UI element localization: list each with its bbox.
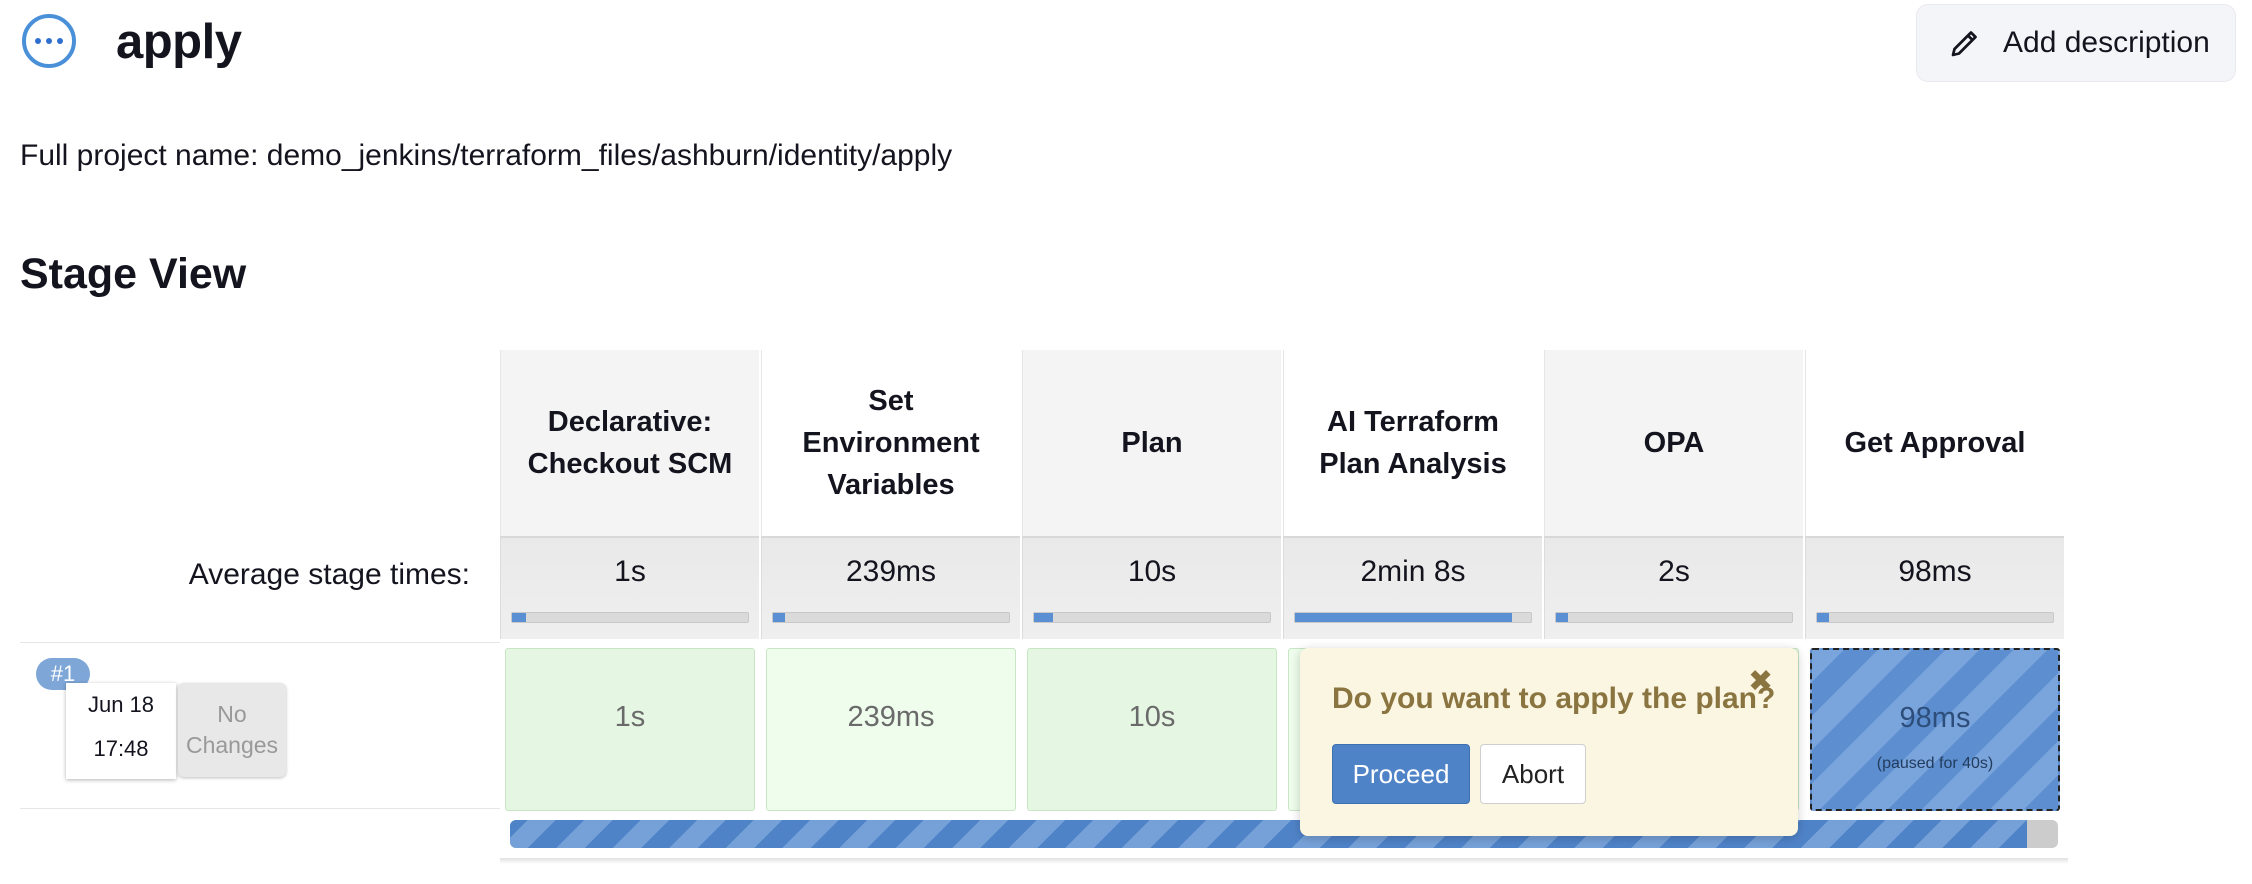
add-description-button[interactable]: Add description (1916, 4, 2236, 82)
build-in-progress-icon (22, 14, 76, 68)
build-time: 17:48 (93, 736, 149, 761)
build-progress-bar (510, 820, 2058, 848)
row-divider (20, 808, 500, 809)
row-divider (20, 642, 500, 643)
average-stage-times-label: Average stage times: (188, 558, 470, 591)
stage-header-set-env: Set Environment Variables (761, 350, 1020, 536)
avg-time-bar (1555, 612, 1793, 623)
close-icon[interactable]: ✖ (1748, 664, 1773, 699)
stage-header-plan: Plan (1022, 350, 1281, 536)
avg-time-value: 2s (1658, 555, 1690, 588)
full-project-name: Full project name: demo_jenkins/terrafor… (20, 136, 952, 176)
full-project-name-value: demo_jenkins/terraform_files/ashburn/ide… (266, 139, 953, 172)
avg-time-value: 1s (614, 555, 646, 588)
avg-time-value: 10s (1127, 555, 1177, 588)
page-title: apply (116, 15, 242, 69)
proceed-button[interactable]: Proceed (1332, 744, 1470, 804)
changes-badge[interactable]: No Changes (178, 683, 286, 777)
avg-time-ai-analysis: 2min 8s (1283, 536, 1542, 639)
stage-result-set-env[interactable]: 239ms (766, 648, 1016, 811)
avg-time-bar (1033, 612, 1271, 623)
stage-header-ai-analysis: AI Terraform Plan Analysis (1283, 350, 1542, 536)
stage-result-get-approval[interactable]: 98ms (paused for 40s) (1810, 648, 2060, 811)
avg-time-bar (1294, 612, 1532, 623)
stage-time: 98ms (1899, 702, 1971, 734)
avg-time-checkout: 1s (500, 536, 759, 639)
stage-result-checkout[interactable]: 1s (505, 648, 755, 811)
avg-time-bar (511, 612, 749, 623)
avg-time-plan: 10s (1022, 536, 1281, 639)
avg-time-value: 2min 8s (1360, 555, 1466, 588)
paused-duration: (paused for 40s) (1876, 755, 1994, 772)
build-progress-fill (510, 820, 2028, 848)
approval-question: Do you want to apply the plan? (1332, 682, 1776, 715)
stage-header-opa: OPA (1544, 350, 1803, 536)
stage-result-plan[interactable]: 10s (1027, 648, 1277, 811)
avg-time-bar (1816, 612, 2054, 623)
stage-header-get-approval: Get Approval (1805, 350, 2064, 536)
build-timestamp[interactable]: Jun 18 17:48 (66, 683, 176, 779)
pencil-icon (1951, 31, 1977, 57)
avg-time-value: 98ms (1898, 555, 1972, 588)
full-project-name-label: Full project name: (20, 139, 259, 172)
avg-time-opa: 2s (1544, 536, 1803, 639)
avg-time-get-approval: 98ms (1805, 536, 2064, 639)
table-bottom-shadow (500, 858, 2068, 864)
avg-time-bar (772, 612, 1010, 623)
stage-header-checkout: Declarative: Checkout SCM (500, 350, 759, 536)
abort-button[interactable]: Abort (1480, 744, 1586, 804)
stage-view-heading: Stage View (20, 250, 247, 298)
avg-time-set-env: 239ms (761, 536, 1020, 639)
build-date: Jun 18 (87, 692, 155, 717)
input-approval-popover: Do you want to apply the plan? ✖ Proceed… (1300, 648, 1798, 836)
avg-time-value: 239ms (845, 555, 937, 588)
add-description-label: Add description (2003, 26, 2210, 59)
